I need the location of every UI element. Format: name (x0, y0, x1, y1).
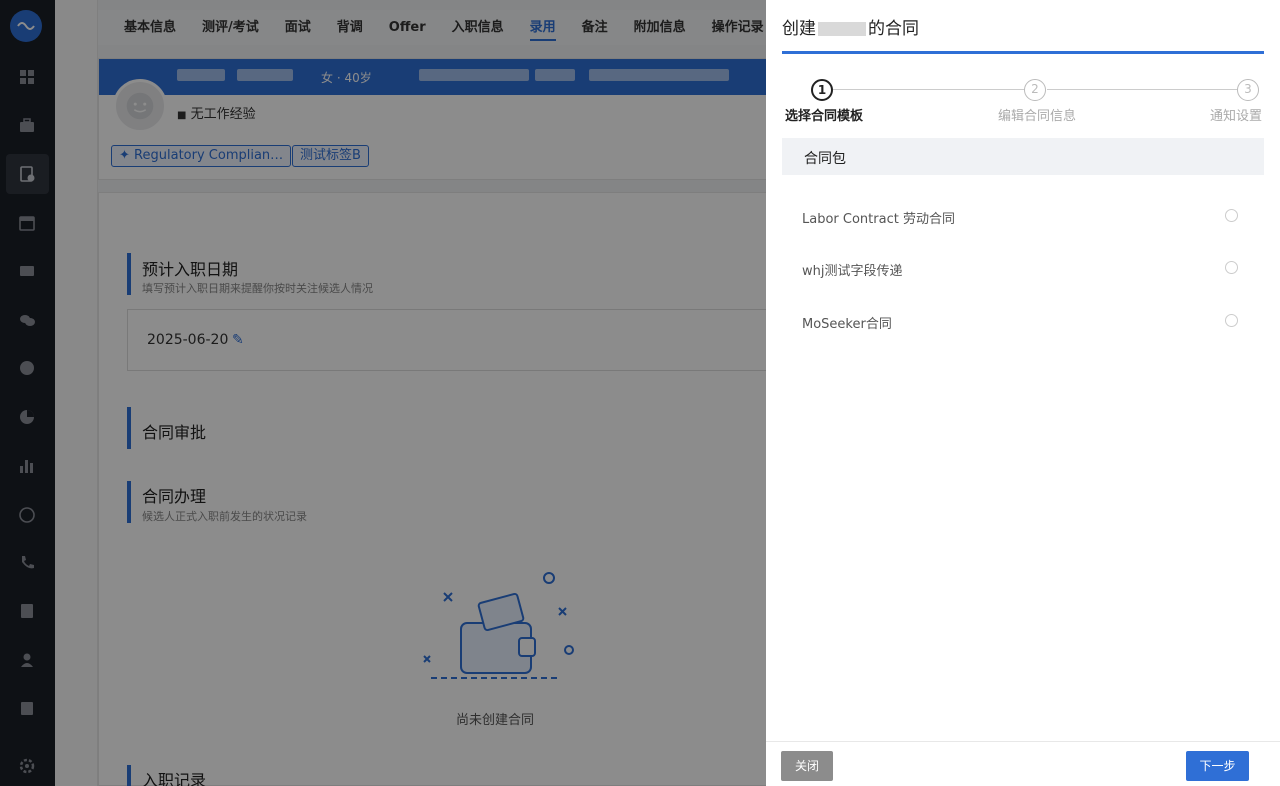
radio-moseeker[interactable] (1225, 314, 1238, 327)
step-2-label: 编辑合同信息 (998, 109, 1077, 124)
contract-option-moseeker[interactable]: MoSeeker合同 (802, 313, 892, 332)
step-2-circle: 2 (1024, 79, 1046, 101)
drawer-footer-divider (766, 741, 1280, 742)
contract-option-whj[interactable]: whj测试字段传递 (802, 260, 902, 279)
drawer-title-prefix: 创建 (782, 19, 816, 39)
contract-package-label: 合同包 (804, 151, 846, 167)
next-step-button[interactable]: 下一步 (1186, 751, 1249, 781)
contract-option-labor[interactable]: Labor Contract 劳动合同 (802, 208, 955, 227)
step-connector (1047, 89, 1241, 90)
drawer-title-suffix: 的合同 (868, 19, 919, 39)
step-1-label: 选择合同模板 (785, 109, 864, 124)
step-3-circle: 3 (1237, 79, 1259, 101)
contract-package-header: 合同包 (782, 138, 1264, 175)
drawer-title-underline (782, 51, 1264, 54)
redacted-candidate-name (818, 22, 866, 36)
close-button[interactable]: 关闭 (781, 751, 833, 781)
create-contract-drawer: 创建 的合同 1 2 3 选择合同模板 编辑合同信息 通知设置 合同包 Labor… (766, 0, 1280, 786)
radio-labor-contract[interactable] (1225, 209, 1238, 222)
modal-overlay[interactable] (0, 0, 766, 786)
step-connector (833, 89, 1035, 90)
drawer-title: 创建 的合同 (782, 14, 919, 39)
radio-whj[interactable] (1225, 261, 1238, 274)
step-3-label: 通知设置 (1210, 109, 1263, 124)
step-1-circle: 1 (811, 79, 833, 101)
